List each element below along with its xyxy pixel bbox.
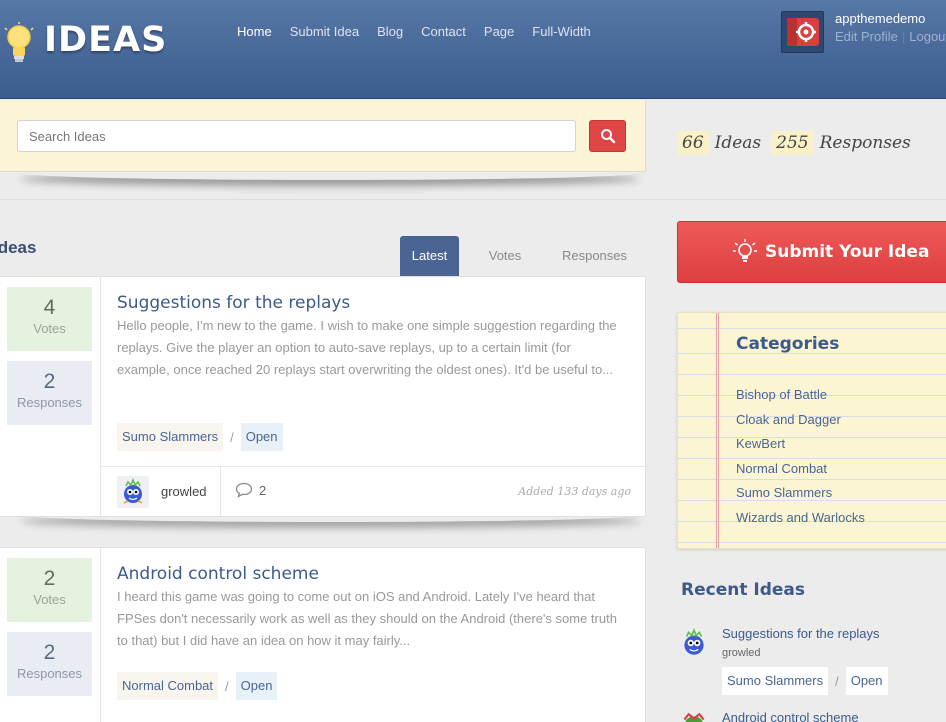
status-tag[interactable]: Open bbox=[235, 672, 278, 700]
vote-label: Votes bbox=[33, 321, 66, 336]
idea-footer: growled 2 Added 133 days ago bbox=[101, 466, 645, 517]
category-link[interactable]: Normal Combat bbox=[736, 459, 865, 484]
tag-separator: / bbox=[225, 678, 229, 694]
recent-author-avatar[interactable] bbox=[677, 710, 711, 722]
author-avatar[interactable] bbox=[117, 476, 149, 508]
tab-latest[interactable]: Latest bbox=[400, 236, 459, 276]
comment-count-value: 2 bbox=[259, 482, 267, 498]
response-box: 2 Responses bbox=[7, 361, 92, 425]
lightbulb-icon bbox=[733, 239, 757, 262]
category-tag[interactable]: Sumo Slammers bbox=[722, 667, 829, 695]
responses-label: Responses bbox=[819, 133, 911, 153]
idea-tags: Normal Combat / Open bbox=[117, 672, 278, 700]
nav-home[interactable]: Home bbox=[228, 22, 281, 42]
category-link[interactable]: KewBert bbox=[736, 434, 865, 459]
monster-avatar-icon bbox=[684, 628, 704, 655]
footer-divider bbox=[220, 467, 221, 517]
response-label: Responses bbox=[16, 666, 83, 681]
idea-title[interactable]: Suggestions for the replays bbox=[117, 293, 350, 313]
category-tag[interactable]: Sumo Slammers bbox=[117, 423, 224, 451]
recent-idea-author[interactable]: growled bbox=[722, 647, 761, 659]
author-name[interactable]: growled bbox=[161, 484, 207, 499]
idea-excerpt: Hello people, I'm new to the game. I wis… bbox=[117, 318, 617, 377]
ideas-count: 66 bbox=[677, 131, 709, 155]
user-links: Edit Profile | Logout bbox=[835, 29, 946, 44]
idea-card: 4 Votes 2 Responses Suggestions for the … bbox=[0, 276, 646, 517]
search-input[interactable] bbox=[17, 120, 576, 152]
logout-link[interactable]: Logout bbox=[909, 29, 946, 44]
link-separator: | bbox=[901, 29, 906, 44]
vote-box[interactable]: 4 Votes bbox=[7, 287, 92, 351]
ideas-heading: Ideas bbox=[0, 238, 37, 257]
added-date: Added 133 days ago bbox=[518, 485, 631, 498]
comment-icon bbox=[235, 482, 253, 498]
response-count: 2 bbox=[43, 370, 56, 393]
nav-full-width[interactable]: Full-Width bbox=[523, 22, 600, 42]
vote-label: Votes bbox=[33, 592, 66, 607]
vote-box[interactable]: 2 Votes bbox=[7, 558, 92, 622]
submit-idea-label: Submit Your Idea bbox=[765, 242, 930, 262]
response-label: Responses bbox=[16, 395, 83, 410]
site-logo[interactable]: IDEAS bbox=[2, 18, 172, 68]
user-avatar[interactable] bbox=[781, 11, 824, 53]
category-link[interactable]: Bishop of Battle bbox=[736, 385, 865, 410]
notepad-margin bbox=[716, 313, 719, 548]
recent-author-avatar[interactable] bbox=[677, 626, 711, 660]
gear-logo-icon bbox=[786, 18, 819, 46]
comment-count[interactable]: 2 bbox=[235, 482, 266, 498]
monster-avatar-icon bbox=[683, 712, 705, 722]
categories-widget: Categories Bishop of Battle Cloak and Da… bbox=[677, 312, 946, 549]
search-icon bbox=[600, 129, 615, 144]
nav-page[interactable]: Page bbox=[475, 22, 523, 42]
status-tag[interactable]: Open bbox=[845, 667, 888, 695]
ideas-label: Ideas bbox=[714, 133, 762, 153]
user-name[interactable]: appthemedemo bbox=[835, 11, 925, 26]
category-tag[interactable]: Normal Combat bbox=[117, 672, 219, 700]
main-nav: Home Submit Idea Blog Contact Page Full-… bbox=[228, 22, 600, 42]
idea-excerpt: I heard this game was going to come out … bbox=[117, 589, 617, 648]
site-header: IDEAS Home Submit Idea Blog Contact Page… bbox=[0, 0, 946, 99]
idea-card: 2 Votes 2 Responses Android control sche… bbox=[0, 547, 646, 722]
categories-list: Bishop of Battle Cloak and Dagger KewBer… bbox=[736, 385, 865, 533]
logo-text: IDEAS bbox=[44, 20, 168, 60]
monster-avatar-icon bbox=[123, 477, 143, 504]
recent-idea-link[interactable]: Android control scheme bbox=[722, 710, 859, 722]
submit-idea-button[interactable]: Submit Your Idea bbox=[677, 221, 946, 283]
lightbulb-icon bbox=[4, 22, 34, 62]
search-button[interactable] bbox=[589, 120, 626, 152]
recent-idea-tags: Sumo Slammers / Open bbox=[722, 667, 888, 695]
nav-blog[interactable]: Blog bbox=[368, 22, 412, 42]
category-link[interactable]: Sumo Slammers bbox=[736, 483, 865, 508]
nav-submit-idea[interactable]: Submit Idea bbox=[281, 22, 368, 42]
nav-contact[interactable]: Contact bbox=[412, 22, 475, 42]
section-divider bbox=[0, 199, 946, 200]
tab-votes[interactable]: Votes bbox=[459, 236, 551, 276]
idea-title[interactable]: Android control scheme bbox=[117, 564, 319, 584]
recent-ideas-title: Recent Ideas bbox=[681, 580, 805, 600]
search-panel bbox=[0, 100, 646, 172]
vote-count: 4 bbox=[43, 296, 56, 319]
category-link[interactable]: Cloak and Dagger bbox=[736, 410, 865, 435]
tab-responses[interactable]: Responses bbox=[551, 236, 638, 276]
sort-tabs: Latest Votes Responses bbox=[400, 236, 638, 276]
site-stats: 66 Ideas 255 Responses bbox=[677, 131, 921, 155]
response-box: 2 Responses bbox=[7, 632, 92, 696]
recent-idea-link[interactable]: Suggestions for the replays bbox=[722, 626, 880, 641]
status-tag[interactable]: Open bbox=[240, 423, 283, 451]
edit-profile-link[interactable]: Edit Profile bbox=[835, 29, 898, 44]
response-count: 2 bbox=[43, 641, 56, 664]
vote-count: 2 bbox=[43, 567, 56, 590]
category-link[interactable]: Wizards and Warlocks bbox=[736, 508, 865, 533]
idea-tags: Sumo Slammers / Open bbox=[117, 423, 283, 451]
tag-separator: / bbox=[230, 429, 234, 445]
tag-separator: / bbox=[835, 673, 839, 689]
responses-count: 255 bbox=[771, 131, 814, 155]
categories-title: Categories bbox=[736, 334, 840, 354]
